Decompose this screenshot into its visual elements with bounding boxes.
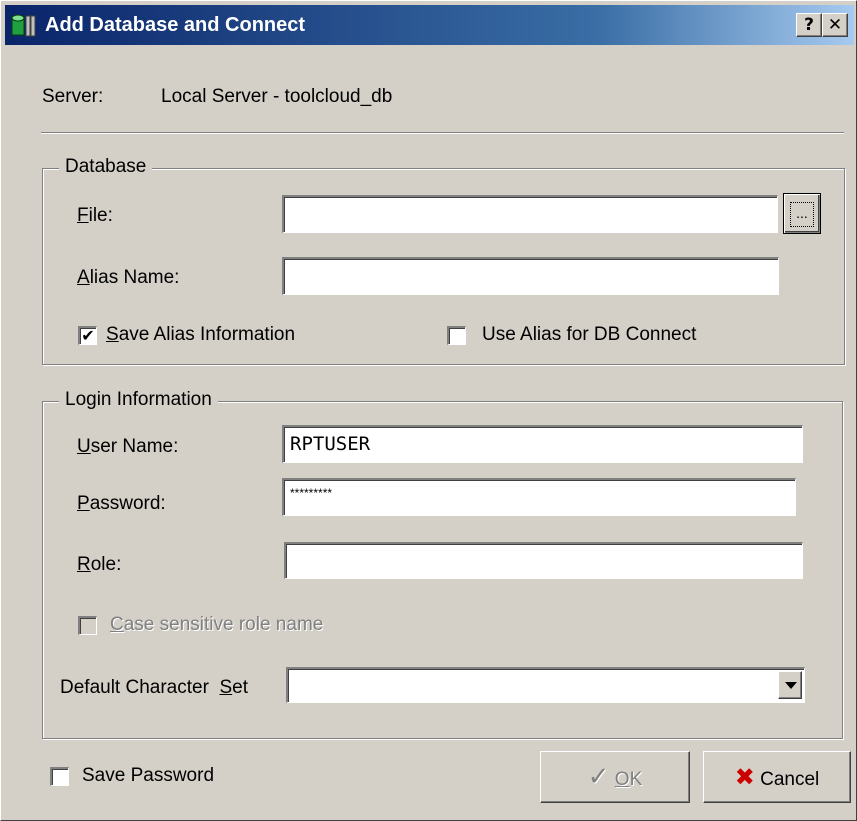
save-alias-checkbox[interactable]: ✔ bbox=[78, 326, 97, 345]
case-sensitive-checkbox[interactable] bbox=[78, 616, 97, 635]
title-bar[interactable]: Add Database and Connect ? ✕ bbox=[5, 5, 854, 45]
ellipsis-icon: ... bbox=[790, 202, 814, 227]
file-label: File: bbox=[77, 205, 113, 226]
server-label: Server: bbox=[42, 86, 104, 107]
server-value: Local Server - toolcloud_db bbox=[161, 86, 393, 107]
charset-label: Default Character Set bbox=[60, 677, 249, 698]
browse-file-button[interactable]: ... bbox=[783, 193, 821, 234]
ok-button[interactable]: ✓ OK bbox=[540, 751, 690, 803]
role-label: Role: bbox=[77, 554, 122, 575]
close-button[interactable]: ✕ bbox=[822, 13, 848, 37]
database-app-icon bbox=[11, 14, 36, 37]
close-icon: ✕ bbox=[827, 15, 843, 35]
use-alias-label: Use Alias for DB Connect bbox=[482, 324, 697, 345]
login-group-legend: Login Information bbox=[59, 388, 218, 412]
file-input[interactable] bbox=[282, 195, 778, 233]
user-name-input[interactable]: RPTUSER bbox=[282, 425, 803, 463]
alias-name-input[interactable] bbox=[282, 257, 779, 295]
password-input[interactable]: ********* bbox=[282, 478, 796, 516]
window-title: Add Database and Connect bbox=[45, 14, 306, 36]
charset-select[interactable] bbox=[286, 667, 805, 703]
dropdown-arrow-icon[interactable] bbox=[778, 671, 802, 699]
role-input[interactable] bbox=[284, 542, 803, 579]
separator bbox=[41, 132, 844, 134]
user-name-label: User Name: bbox=[77, 436, 179, 457]
checkmark-icon: ✔ bbox=[81, 326, 95, 345]
checkmark-icon: ✓ bbox=[587, 762, 610, 792]
use-alias-checkbox[interactable] bbox=[447, 326, 466, 345]
red-x-icon: ✖ bbox=[734, 763, 755, 791]
database-group-legend: Database bbox=[59, 155, 153, 179]
password-label: Password: bbox=[77, 493, 166, 514]
save-alias-label: Save Alias Information bbox=[106, 324, 296, 345]
help-button[interactable]: ? bbox=[796, 13, 822, 37]
save-password-label: Save Password bbox=[82, 765, 215, 786]
cancel-label: Cancel bbox=[760, 769, 820, 790]
ok-label: OK bbox=[614, 769, 643, 790]
save-password-checkbox[interactable] bbox=[50, 767, 69, 786]
cancel-button[interactable]: ✖ Cancel bbox=[703, 751, 851, 803]
help-icon: ? bbox=[804, 15, 814, 35]
case-sensitive-label: Case sensitive role name bbox=[110, 614, 324, 635]
alias-name-label: Alias Name: bbox=[77, 267, 180, 288]
dialog-window: Add Database and Connect ? ✕ Server: Loc… bbox=[0, 0, 857, 821]
